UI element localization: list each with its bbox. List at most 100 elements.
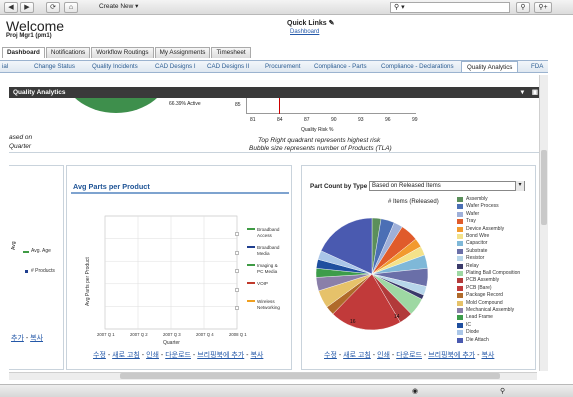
collapse-icon[interactable]: ▾ [521, 87, 524, 98]
subtab-change-status[interactable]: Change Status [34, 61, 75, 72]
search-input[interactable]: ⚲ ▾ [390, 2, 510, 13]
left-chart-panel: Avg Avg. Age # Products 추가 - 복사 [9, 165, 64, 370]
pie-legend-swatch [457, 263, 463, 269]
link-refresh[interactable]: 새로 고침 [112, 352, 140, 359]
quick-links-label: Quick Links [287, 20, 327, 27]
bubble-ticks: 81 84 87 90 93 96 99 [246, 117, 418, 125]
x-tick-label: 2007 Q 2 [130, 332, 148, 337]
legend-label: Networking [257, 305, 280, 310]
pie-legend-label: Diode [466, 329, 480, 336]
pie-legend-label: Bond Wire [466, 233, 490, 239]
bubble-tick: 93 [358, 117, 364, 123]
legend-products: # Products [31, 268, 55, 274]
pie-legend-label: Tray [466, 218, 476, 225]
right-links: 수정 - 새로 고침 - 인쇄 - 다운로드 - 브리핑북에 추가 - 복사 [324, 352, 495, 359]
series-end-marker [235, 232, 239, 236]
pie-legend-label: Lead Frame [466, 314, 493, 321]
subtab-procurement[interactable]: Procurement [265, 61, 300, 72]
quality-analytics-title: Quality Analytics [13, 89, 66, 96]
x-tick-label: 2007 Q 4 [196, 332, 214, 337]
link-print[interactable]: 인쇄 [377, 352, 390, 359]
subtab-cad-designs-1[interactable]: CAD Designs I [155, 61, 196, 72]
pie-legend-label: PCB Assembly [466, 277, 500, 284]
quality-analytics-header: Quality Analytics ▾ ▣ [9, 87, 544, 98]
series-end-marker [235, 288, 239, 292]
legend-label: Broadband [257, 227, 280, 232]
pie-legend-label: Relay [466, 262, 479, 269]
pencil-icon[interactable]: ✎ [329, 20, 335, 27]
link-add[interactable]: 추가 [11, 335, 24, 342]
part-count-dropdown[interactable]: Based on Released Items ▾ [369, 181, 525, 191]
refresh-icon[interactable]: ⟳ [46, 2, 60, 13]
legend-label: PC Media [257, 269, 278, 274]
subtab-compliance-declarations[interactable]: Compliance - Declarations [381, 61, 454, 72]
window-icon[interactable]: ▣ [532, 87, 538, 98]
link-add-briefing[interactable]: 브리핑북에 추가 [428, 352, 475, 359]
legend-avg-age: Avg. Age [31, 248, 51, 254]
pie-legend-swatch [457, 285, 463, 291]
subtab-quality-incidents[interactable]: Quality Incidents [92, 61, 138, 72]
line-chart-grid [104, 215, 239, 330]
link-edit[interactable]: 수정 [93, 352, 106, 359]
bubble-tick: 99 [412, 117, 418, 123]
link-copy[interactable]: 복사 [30, 335, 43, 342]
left-links: 추가 - 복사 [11, 335, 44, 342]
pie-legend-swatch [457, 315, 463, 321]
pie-legend-label: Plating Ball Composition [466, 270, 521, 276]
x-tick-label: 2007 Q 3 [163, 332, 181, 337]
search-go-button[interactable]: ⚲ [516, 2, 530, 13]
pie-legend-swatch [457, 293, 463, 299]
vertical-scroll-thumb[interactable] [541, 150, 547, 225]
bubble-tick: 90 [331, 117, 337, 123]
subtab-partial[interactable]: ial [2, 61, 8, 72]
subtab-fda[interactable]: FDA [531, 61, 543, 72]
link-edit[interactable]: 수정 [324, 352, 337, 359]
home-icon[interactable]: ⌂ [64, 2, 78, 13]
pie-legend-swatch [457, 241, 463, 247]
bubble-plot-area [246, 98, 416, 114]
pie-legend-label: Resistor [466, 255, 485, 262]
tab-my-assignments[interactable]: My Assignments [154, 47, 211, 58]
tab-timesheet[interactable]: Timesheet [211, 47, 251, 58]
legend-label: Imaging & [257, 263, 278, 268]
pie-legend-swatch [457, 278, 463, 284]
legend-label: VOIP [257, 281, 268, 286]
bubble-y-tick: 85 [235, 102, 241, 108]
chevron-down-icon[interactable]: ▾ [515, 181, 524, 191]
line-chart-x-label: Quarter [163, 340, 180, 346]
back-icon[interactable]: ◀ [4, 2, 18, 13]
tab-notifications[interactable]: Notifications [45, 47, 91, 58]
quick-link-dashboard[interactable]: Dashboard [290, 29, 319, 35]
link-download[interactable]: 다운로드 [396, 352, 422, 359]
create-new-label: Create New [99, 3, 134, 10]
x-tick-label: 2007 Q 1 [97, 332, 115, 337]
bubble-chart-panel: 66.39% Active 85 81 84 87 90 93 96 99 Quality … [9, 98, 539, 153]
subtab-quality-analytics[interactable]: Quality Analytics [461, 61, 519, 72]
zoom-icon[interactable]: ⚲ [500, 387, 505, 395]
link-copy[interactable]: 복사 [250, 352, 263, 359]
subtab-cad-designs-2[interactable]: CAD Designs II [207, 61, 249, 72]
legend-label: Access [257, 233, 273, 238]
tab-workflow-routings[interactable]: Workflow Routings [91, 47, 154, 58]
user-subtitle: Proj Mgr1 (pm1) [6, 33, 52, 39]
legend-avg-age-swatch [23, 251, 29, 253]
pie-slice-label: 14 [394, 314, 400, 320]
advanced-search-button[interactable]: ⚲+ [534, 2, 552, 13]
globe-icon: ◉ [412, 388, 419, 395]
pie-legend-swatch [457, 211, 463, 217]
legend-label: Broadband [257, 245, 280, 250]
pie-slices [315, 217, 429, 331]
link-download[interactable]: 다운로드 [165, 352, 191, 359]
link-add-briefing[interactable]: 브리핑북에 추가 [197, 352, 244, 359]
tab-dashboard[interactable]: Dashboard [2, 47, 45, 58]
link-refresh[interactable]: 새로 고침 [343, 352, 371, 359]
horizontal-scroll-thumb[interactable] [120, 373, 500, 379]
link-copy[interactable]: 복사 [481, 352, 494, 359]
link-print[interactable]: 인쇄 [146, 352, 159, 359]
line-chart-y-label: Avg Parts per Product [85, 257, 91, 306]
subtab-compliance-parts[interactable]: Compliance - Parts [314, 61, 367, 72]
create-new-menu[interactable]: Create New ▾ [95, 2, 142, 13]
bubble-tick: 84 [277, 117, 283, 123]
forward-icon[interactable]: ▶ [20, 2, 34, 13]
bubble-axis-title: Quality Risk % [301, 127, 334, 133]
